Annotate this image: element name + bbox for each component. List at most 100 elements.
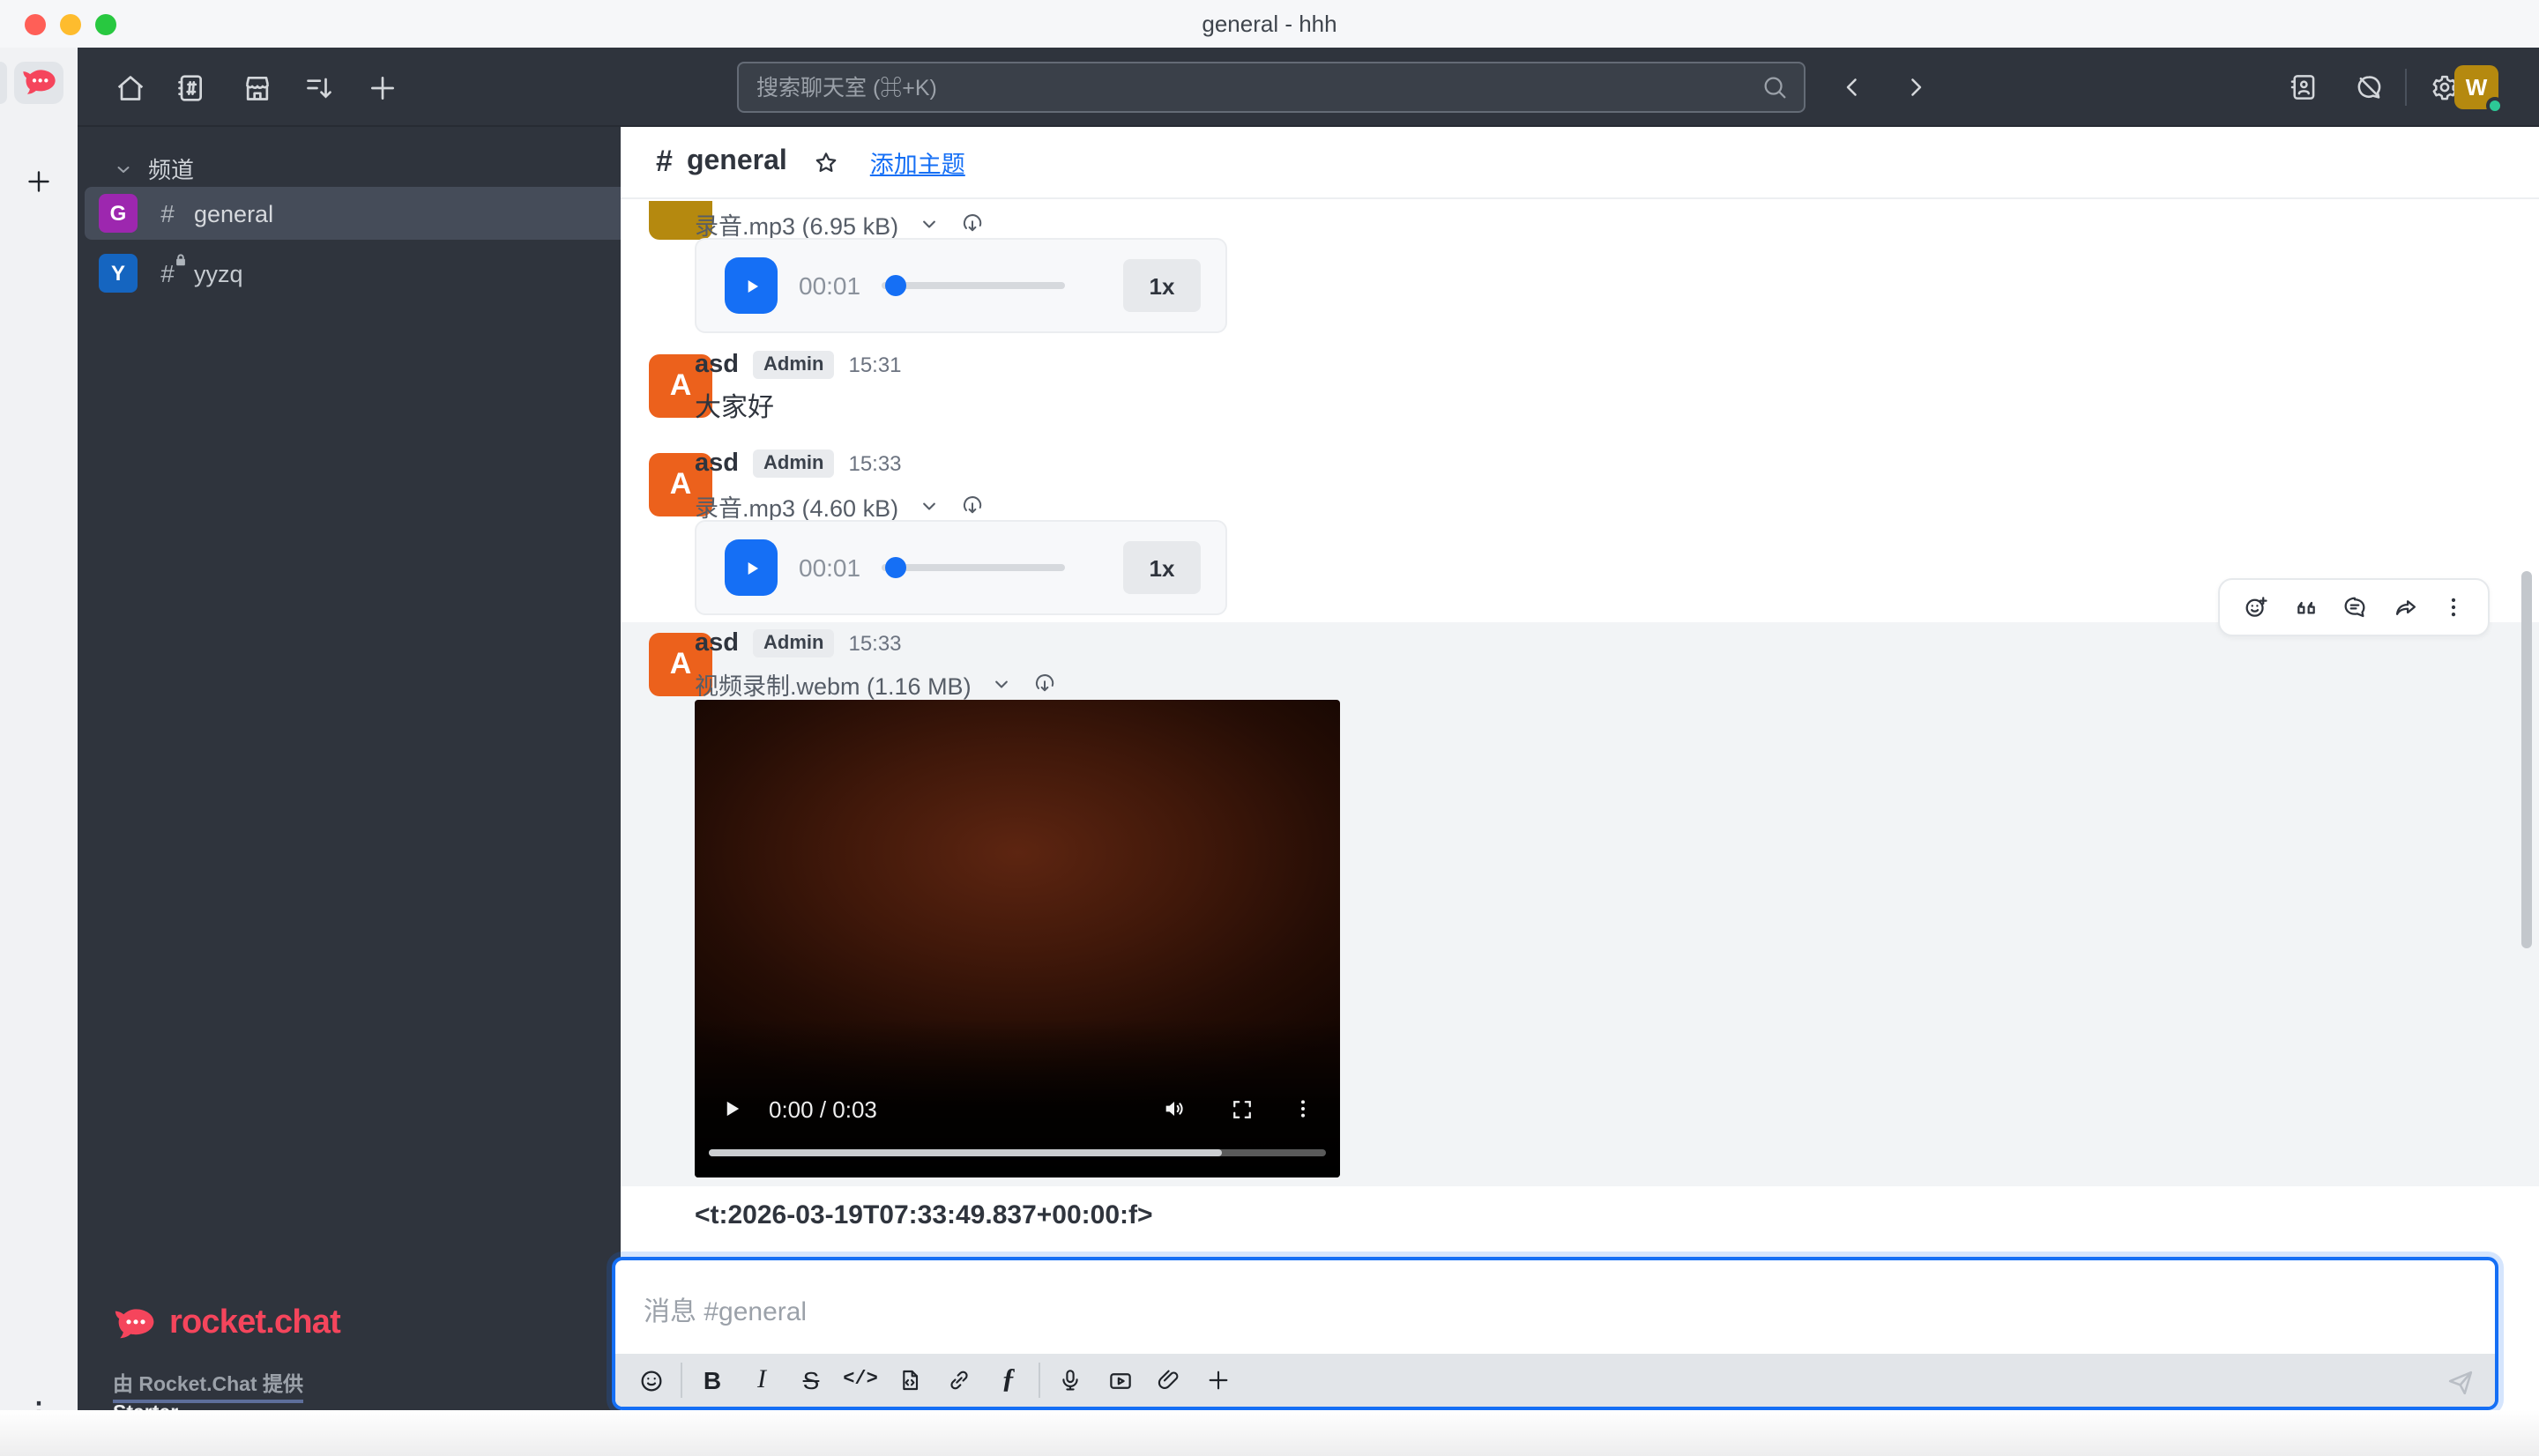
audio-player: 00:01 1x — [695, 238, 1227, 333]
server-rail: ⋮ — [0, 48, 78, 1456]
forward-button[interactable] — [2390, 592, 2420, 622]
video-time: 0:00 / 0:03 — [769, 1096, 877, 1122]
navbar-divider — [2405, 69, 2407, 106]
channels-section-header[interactable]: 频道 — [113, 152, 194, 185]
search-icon — [1760, 72, 1790, 102]
contacts-button[interactable] — [2278, 48, 2327, 127]
search-box[interactable] — [737, 62, 1806, 113]
marketplace-button[interactable] — [233, 48, 282, 127]
audio-play-button[interactable] — [725, 257, 778, 314]
window-title: general - hhh — [0, 11, 2539, 37]
rocketchat-logo-icon — [21, 67, 56, 99]
code-block-button[interactable] — [885, 1354, 934, 1407]
paperclip-icon — [1155, 1366, 1183, 1394]
message-input[interactable]: 消息 #general — [615, 1260, 2495, 1357]
fullscreen-button[interactable] — [1229, 1096, 1255, 1122]
directory-button[interactable] — [166, 48, 215, 127]
attachment-title: 录音.mp3 (6.95 kB) — [695, 206, 985, 241]
composer-toolbar: B I S </> ƒ — [615, 1354, 2495, 1407]
video-progress-bar[interactable] — [709, 1149, 1326, 1156]
file-name: 录音.mp3 (6.95 kB) — [695, 206, 898, 241]
message-list[interactable]: 录音.mp3 (6.95 kB) 00:01 1x A asd — [621, 201, 2539, 1257]
volume-button[interactable] — [1160, 1095, 1188, 1123]
more-actions-button[interactable] — [2441, 594, 2468, 620]
file-name: 录音.mp3 (4.60 kB) — [695, 488, 898, 524]
message-header: asd Admin 15:33 — [695, 629, 902, 657]
home-icon — [113, 70, 148, 105]
forward-icon — [2390, 592, 2420, 622]
username[interactable]: asd — [695, 629, 739, 657]
chevron-left-icon — [1836, 72, 1866, 102]
italic-button[interactable]: I — [737, 1354, 786, 1407]
audio-seek-slider[interactable] — [882, 282, 1065, 289]
video-player[interactable]: 0:00 / 0:03 — [695, 700, 1340, 1177]
link-button[interactable] — [934, 1354, 984, 1407]
channel-name: general — [194, 200, 273, 227]
powered-by-link[interactable]: 由 Rocket.Chat 提供 — [113, 1370, 303, 1403]
reply-in-thread-button[interactable] — [2340, 592, 2370, 622]
user-avatar[interactable]: W — [2454, 65, 2498, 109]
toolbar-divider — [1039, 1363, 1040, 1398]
fullscreen-icon — [1229, 1096, 1255, 1122]
collapse-chevron-icon[interactable] — [916, 212, 941, 236]
collapse-chevron-icon[interactable] — [916, 494, 941, 518]
video-play-button[interactable] — [719, 1096, 744, 1121]
audio-current-time: 00:01 — [799, 271, 860, 300]
app-window: general - hhh ⋮ — [0, 0, 2539, 1456]
audio-message-button[interactable] — [1046, 1354, 1095, 1407]
history-forward-button[interactable] — [1890, 48, 1940, 127]
quote-icon — [2291, 593, 2319, 621]
katex-button[interactable]: ƒ — [984, 1354, 1033, 1407]
scrollbar-thumb[interactable] — [2521, 571, 2532, 948]
send-button[interactable] — [2444, 1366, 2477, 1400]
composer-plus-button[interactable] — [1194, 1354, 1243, 1407]
video-more-button[interactable] — [1291, 1096, 1315, 1121]
audio-play-button[interactable] — [725, 539, 778, 596]
do-not-disturb-button[interactable] — [2343, 48, 2393, 127]
add-server-button[interactable] — [0, 157, 78, 206]
audio-seek-slider[interactable] — [882, 564, 1065, 571]
history-back-button[interactable] — [1827, 48, 1876, 127]
window-bottom-edge — [0, 1410, 2539, 1456]
channel-avatar: G — [99, 194, 138, 233]
attachment-title: 录音.mp3 (4.60 kB) — [695, 488, 985, 524]
bold-button[interactable]: B — [688, 1354, 737, 1407]
playback-rate-button[interactable]: 1x — [1123, 259, 1201, 312]
strikethrough-button[interactable]: S — [786, 1354, 836, 1407]
macos-titlebar: general - hhh — [0, 0, 2539, 48]
channel-name: yyzq — [194, 260, 243, 286]
collapse-chevron-icon[interactable] — [989, 672, 1014, 696]
add-topic-link[interactable]: 添加主题 — [870, 145, 965, 180]
quote-button[interactable] — [2291, 593, 2319, 621]
username[interactable]: asd — [695, 449, 739, 478]
rocketchat-branding: rocket.chat — [113, 1304, 340, 1343]
hash-icon: # — [155, 199, 180, 227]
file-name: 视频录制.webm (1.16 MB) — [695, 666, 972, 702]
emoji-icon — [636, 1365, 666, 1395]
video-message-button[interactable] — [1095, 1354, 1144, 1407]
download-icon[interactable] — [1031, 671, 1058, 697]
sidebar-item-yyzq[interactable]: Y # yyzq — [85, 247, 621, 300]
role-badge: Admin — [753, 449, 834, 478]
video-message-icon — [1105, 1365, 1135, 1395]
contacts-icon — [2286, 71, 2319, 104]
composer-placeholder: 消息 #general — [644, 1292, 807, 1329]
create-new-button[interactable] — [358, 48, 407, 127]
workspace-button[interactable] — [14, 62, 63, 104]
slider-thumb[interactable] — [885, 557, 906, 578]
sort-button[interactable] — [294, 48, 344, 127]
attach-file-button[interactable] — [1144, 1354, 1194, 1407]
username[interactable]: asd — [695, 351, 739, 379]
download-icon[interactable] — [958, 211, 985, 237]
favorite-star-icon[interactable] — [812, 147, 842, 177]
sidebar-item-general[interactable]: G # general — [85, 187, 621, 240]
home-button[interactable] — [106, 48, 155, 127]
playback-rate-button[interactable]: 1x — [1123, 541, 1201, 594]
inline-code-button[interactable]: </> — [836, 1354, 885, 1407]
search-input[interactable] — [739, 75, 1760, 100]
emoji-button[interactable] — [626, 1354, 675, 1407]
download-icon[interactable] — [958, 493, 985, 519]
message-time: 15:33 — [848, 451, 901, 476]
slider-thumb[interactable] — [885, 275, 906, 296]
add-reaction-button[interactable] — [2240, 592, 2270, 622]
